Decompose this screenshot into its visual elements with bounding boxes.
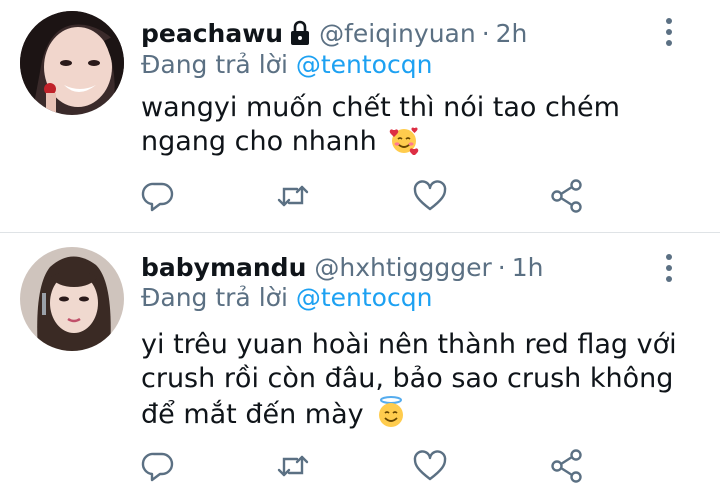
display-name[interactable]: babymandu [141,253,306,282]
tweet-body: wangyi muốn chết thì nói tao chém ngang … [141,92,620,157]
tweet-header: babymandu @hxhtigggger · 1h [141,249,543,285]
like-heart-icon[interactable] [412,448,448,484]
replying-to: Đang trả lời @tentocqn [141,50,432,79]
tweet[interactable]: peachawu @feiqinyuan · 2h Đang trả lời @… [0,0,720,232]
tweet-actions [0,448,720,488]
user-handle[interactable]: @hxhtigggger [314,253,491,282]
reply-mention-link[interactable]: @tentocqn [296,283,433,312]
avatar[interactable] [20,11,124,115]
like-heart-icon[interactable] [412,178,448,214]
tweet[interactable]: babymandu @hxhtigggger · 1h Đang trả lời… [0,233,720,493]
replying-to-label: Đang trả lời [141,50,288,79]
replying-to: Đang trả lời @tentocqn [141,283,432,312]
separator: · [497,252,506,282]
more-options-icon[interactable] [664,17,674,47]
replying-to-label: Đang trả lời [141,283,288,312]
tweet-header: peachawu @feiqinyuan · 2h [141,15,527,51]
retweet-icon[interactable] [275,178,311,214]
tweet-body: yi trêu yuan hoài nên thành red flag với… [141,329,677,430]
retweet-icon[interactable] [275,448,311,484]
display-name[interactable]: peachawu [141,19,283,48]
tweet-text: wangyi muốn chết thì nói tao chém ngang … [141,91,696,164]
smiling-face-with-halo-icon [376,396,406,437]
more-options-icon[interactable] [664,253,674,283]
lock-icon [289,20,311,46]
reply-icon[interactable] [140,178,176,214]
timestamp[interactable]: 1h [512,253,544,282]
user-handle[interactable]: @feiqinyuan [319,19,476,48]
avatar[interactable] [20,247,124,351]
tweet-text: yi trêu yuan hoài nên thành red flag với… [141,328,696,437]
reply-icon[interactable] [140,448,176,484]
reply-mention-link[interactable]: @tentocqn [296,50,433,79]
tweet-actions [0,178,720,218]
separator: · [481,18,490,48]
share-icon[interactable] [549,448,585,484]
timestamp[interactable]: 2h [496,19,528,48]
share-icon[interactable] [549,178,585,214]
smiling-face-with-hearts-icon [389,125,419,164]
